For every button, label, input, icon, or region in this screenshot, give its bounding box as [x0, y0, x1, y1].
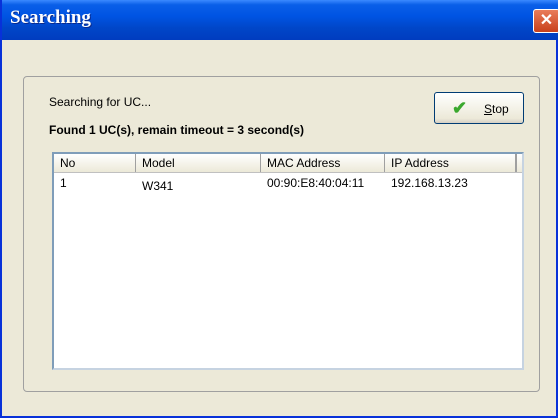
column-header-no[interactable]: No — [54, 154, 136, 172]
title-bar[interactable]: Searching ✕ — [2, 0, 558, 40]
close-button[interactable]: ✕ — [533, 9, 558, 33]
column-header-filler — [516, 154, 522, 172]
column-header-mac-address[interactable]: MAC Address — [261, 154, 385, 172]
table-row[interactable]: 1 W341 00:90:E8:40:04:11 192.168.13.23 — [54, 174, 522, 193]
stop-button[interactable]: ✔ Stop — [434, 92, 524, 124]
cell-ip-address: 192.168.13.23 — [391, 176, 468, 190]
column-header-model[interactable]: Model — [136, 154, 261, 172]
checkmark-icon: ✔ — [452, 98, 468, 118]
cell-model: W341 — [142, 179, 174, 193]
list-header: No Model MAC Address IP Address — [54, 154, 522, 173]
searching-status-label: Searching for UC... — [49, 95, 152, 109]
close-icon: ✕ — [539, 12, 554, 29]
device-list[interactable]: No Model MAC Address IP Address 1 W341 0… — [52, 152, 524, 370]
search-dialog: Searching ✕ Searching for UC... Found 1 … — [0, 0, 558, 418]
column-header-ip-address[interactable]: IP Address — [385, 154, 516, 172]
found-status-label: Found 1 UC(s), remain timeout = 3 second… — [49, 123, 305, 137]
cell-mac-address: 00:90:E8:40:04:11 — [267, 176, 365, 190]
stop-button-label-rest: top — [492, 102, 509, 116]
stop-button-label-mnemonic: S — [484, 102, 493, 116]
window-title: Searching — [10, 7, 91, 28]
cell-no: 1 — [60, 176, 67, 190]
stop-button-label: Stop — [484, 102, 509, 116]
